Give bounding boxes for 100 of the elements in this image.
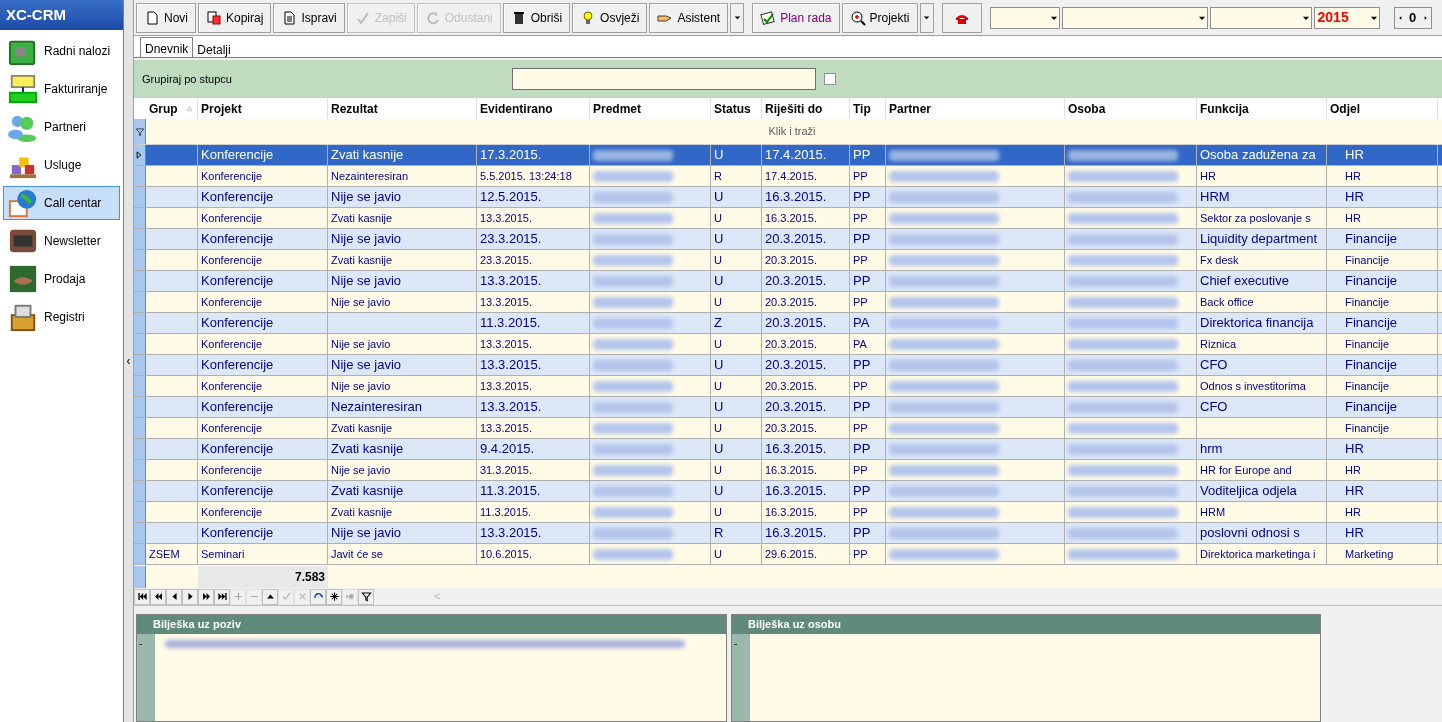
row-indicator[interactable]	[134, 292, 146, 312]
row-indicator[interactable]	[134, 229, 146, 249]
navigator-button[interactable]	[134, 588, 150, 605]
row-indicator[interactable]	[134, 481, 146, 501]
row-indicator[interactable]	[134, 502, 146, 522]
table-cell-text: HR	[1345, 440, 1364, 459]
row-indicator[interactable]	[134, 119, 146, 144]
table-cell-text: 23.3.2015.	[480, 230, 542, 249]
dropdown-field[interactable]	[1061, 6, 1208, 29]
table-cell-text: HR	[1345, 504, 1361, 520]
table-row[interactable]: Konferencije Zvati kasnije 13.3.2015. U 16.3.2015. PP Sektor za poslovanje s HR	[134, 208, 1442, 229]
table-row[interactable]: Konferencije Nije se javio 13.3.2015. U 20.3.2015. PA Riznica Financije	[134, 334, 1442, 355]
row-indicator[interactable]	[134, 439, 146, 459]
table-row[interactable]: Konferencije Nije se javio 31.3.2015. U 16.3.2015. PP HR for Europe and HR	[134, 460, 1442, 481]
table-cell-text: Financije	[1345, 272, 1398, 291]
row-indicator[interactable]	[134, 334, 146, 354]
table-cell-text: Konferencije	[201, 230, 274, 249]
row-indicator[interactable]	[134, 418, 146, 438]
navigator-button[interactable]	[166, 588, 182, 605]
toolbar-button[interactable]: Obriši	[502, 2, 571, 33]
table-row[interactable]: Konferencije Nezainteresiran 5.5.2015. 13:24:18 R 17.4.2015. PP HR HR	[134, 166, 1442, 187]
table-row[interactable]: Konferencije Nije se javio 13.3.2015. U 20.3.2015. PP Chief executive Financije	[134, 271, 1442, 292]
sidebar-item[interactable]: Call centar	[3, 186, 120, 220]
navigator-button[interactable]	[182, 588, 198, 605]
tab[interactable]: Detalji	[193, 40, 235, 57]
zoom-in-icon	[849, 9, 866, 26]
navigator-button[interactable]	[214, 588, 230, 605]
table-cell-text: U	[714, 252, 722, 268]
row-indicator[interactable]	[134, 523, 146, 543]
dropdown-button[interactable]	[919, 2, 934, 33]
filter-hint[interactable]: Klik i traži	[768, 123, 816, 140]
row-indicator[interactable]	[134, 376, 146, 396]
group-field[interactable]	[512, 68, 816, 90]
sidebar-item[interactable]: Partneri	[3, 110, 120, 144]
row-indicator[interactable]	[134, 166, 146, 186]
table-row[interactable]: Konferencije Nije se javio 13.3.2015. U 20.3.2015. PP Back office Financije	[134, 292, 1442, 313]
sidebar-item[interactable]: Radni nalozi	[3, 34, 120, 68]
row-indicator[interactable]	[134, 271, 146, 291]
table-row[interactable]: Konferencije Nije se javio 13.3.2015. U 20.3.2015. PP CFO Financije	[134, 355, 1442, 376]
row-indicator[interactable]	[134, 355, 146, 375]
table-cell-text: CFO	[1200, 398, 1228, 417]
next-page-icon	[200, 591, 212, 602]
panel-title: Bilješka uz osobu	[732, 615, 1320, 634]
table-cell-text: poslovni odnosi s	[1200, 524, 1300, 543]
navigator-button[interactable]	[310, 588, 326, 605]
table-row[interactable]: Konferencije Zvati kasnije 23.3.2015. U 20.3.2015. PP Fx desk Financije	[134, 250, 1442, 271]
sidebar-item[interactable]: Fakturiranje	[3, 72, 120, 106]
row-indicator[interactable]	[134, 187, 146, 207]
row-indicator[interactable]	[134, 250, 146, 270]
table-row[interactable]: Konferencije Nije se javio 23.3.2015. U 20.3.2015. PP Liquidity department Financije	[134, 229, 1442, 250]
table-row[interactable]: Konferencije 11.3.2015. Z 20.3.2015. PA Direktorica financija Financije	[134, 313, 1442, 334]
table-row[interactable]: Konferencije Nije se javio 12.5.2015. U 16.3.2015. PP HRM HR	[134, 187, 1442, 208]
phone-button[interactable]	[941, 2, 982, 33]
table-row[interactable]: Konferencije Nije se javio 13.3.2015. R 16.3.2015. PP poslovni odnosi s HR	[134, 523, 1442, 544]
dropdown-button[interactable]	[730, 2, 745, 33]
row-indicator[interactable]	[134, 544, 146, 564]
tab[interactable]: Dnevnik	[140, 37, 194, 57]
sidebar-item[interactable]: Usluge	[3, 148, 120, 182]
table-row[interactable]: ZSEM Seminari Javit će se 10.6.2015. U 29.6.2015. PP Direktorica marketinga i Marketing	[134, 544, 1442, 565]
table-row[interactable]: Konferencije Zvati kasnije 9.4.2015. U 16.3.2015. PP hrm HR	[134, 439, 1442, 460]
table-cell-text: Konferencije	[201, 356, 274, 375]
row-indicator[interactable]	[134, 397, 146, 417]
note-area[interactable]: -	[732, 634, 1320, 721]
sidebar-item[interactable]: Newsletter	[3, 224, 120, 258]
dropdown-field[interactable]	[989, 6, 1060, 29]
navigator-button[interactable]	[358, 588, 374, 605]
table-cell-text: U	[714, 294, 722, 310]
sidebar-item[interactable]: Prodaja	[3, 262, 120, 296]
table-cell-text: Konferencije	[201, 252, 263, 268]
table-row[interactable]: Konferencije Zvati kasnije 11.3.2015. U 16.3.2015. PP Voditeljica odjela HR	[134, 481, 1442, 502]
toolbar-button[interactable]: Ispravi	[273, 2, 345, 33]
row-indicator[interactable]	[134, 145, 146, 165]
toolbar-button[interactable]: Projekti	[841, 2, 918, 33]
toolbar-button[interactable]: Novi	[136, 2, 196, 33]
toolbar-button[interactable]: Kopiraj	[198, 2, 272, 33]
row-indicator[interactable]	[134, 208, 146, 228]
navigator-button[interactable]	[326, 588, 342, 605]
group-checkbox[interactable]	[824, 73, 836, 85]
row-indicator[interactable]	[134, 460, 146, 480]
table-row[interactable]: Konferencije Nije se javio 13.3.2015. U 20.3.2015. PP Odnos s investitorima Financije	[134, 376, 1442, 397]
number-spinner[interactable]: 0	[1393, 6, 1432, 29]
table-row[interactable]: Konferencije Zvati kasnije 11.3.2015. U 16.3.2015. PP HRM HR	[134, 502, 1442, 523]
navigator-button[interactable]	[262, 588, 278, 605]
table-row[interactable]: Konferencije Zvati kasnije 13.3.2015. U 20.3.2015. PP Financije	[134, 418, 1442, 439]
dropdown-field[interactable]: 2015	[1313, 6, 1380, 29]
row-indicator[interactable]	[134, 313, 146, 333]
navigator-button[interactable]	[198, 588, 214, 605]
sidebar-item[interactable]: Registri	[3, 300, 120, 334]
table-row[interactable]: Konferencije Nezainteresiran 13.3.2015. U 20.3.2015. PP CFO Financije	[134, 397, 1442, 418]
navigator-button[interactable]	[150, 588, 166, 605]
note-area[interactable]: -	[137, 634, 726, 721]
splitter[interactable]: ‹	[124, 0, 134, 722]
dropdown-field[interactable]	[1209, 6, 1312, 29]
table-row[interactable]: Konferencije Zvati kasnije 17.3.2015. U 17.4.2015. PP Osoba zadužena za HR	[134, 145, 1442, 166]
table-cell-text: Financije	[1345, 398, 1398, 417]
table-cell-text: 16.3.2015.	[765, 440, 827, 459]
toolbar-button[interactable]: Asistent	[649, 2, 729, 33]
toolbar-button[interactable]: Osvježi	[572, 2, 648, 33]
collapse-arrow[interactable]: ‹	[126, 352, 131, 370]
toolbar-button[interactable]: Plan rada	[752, 2, 840, 33]
